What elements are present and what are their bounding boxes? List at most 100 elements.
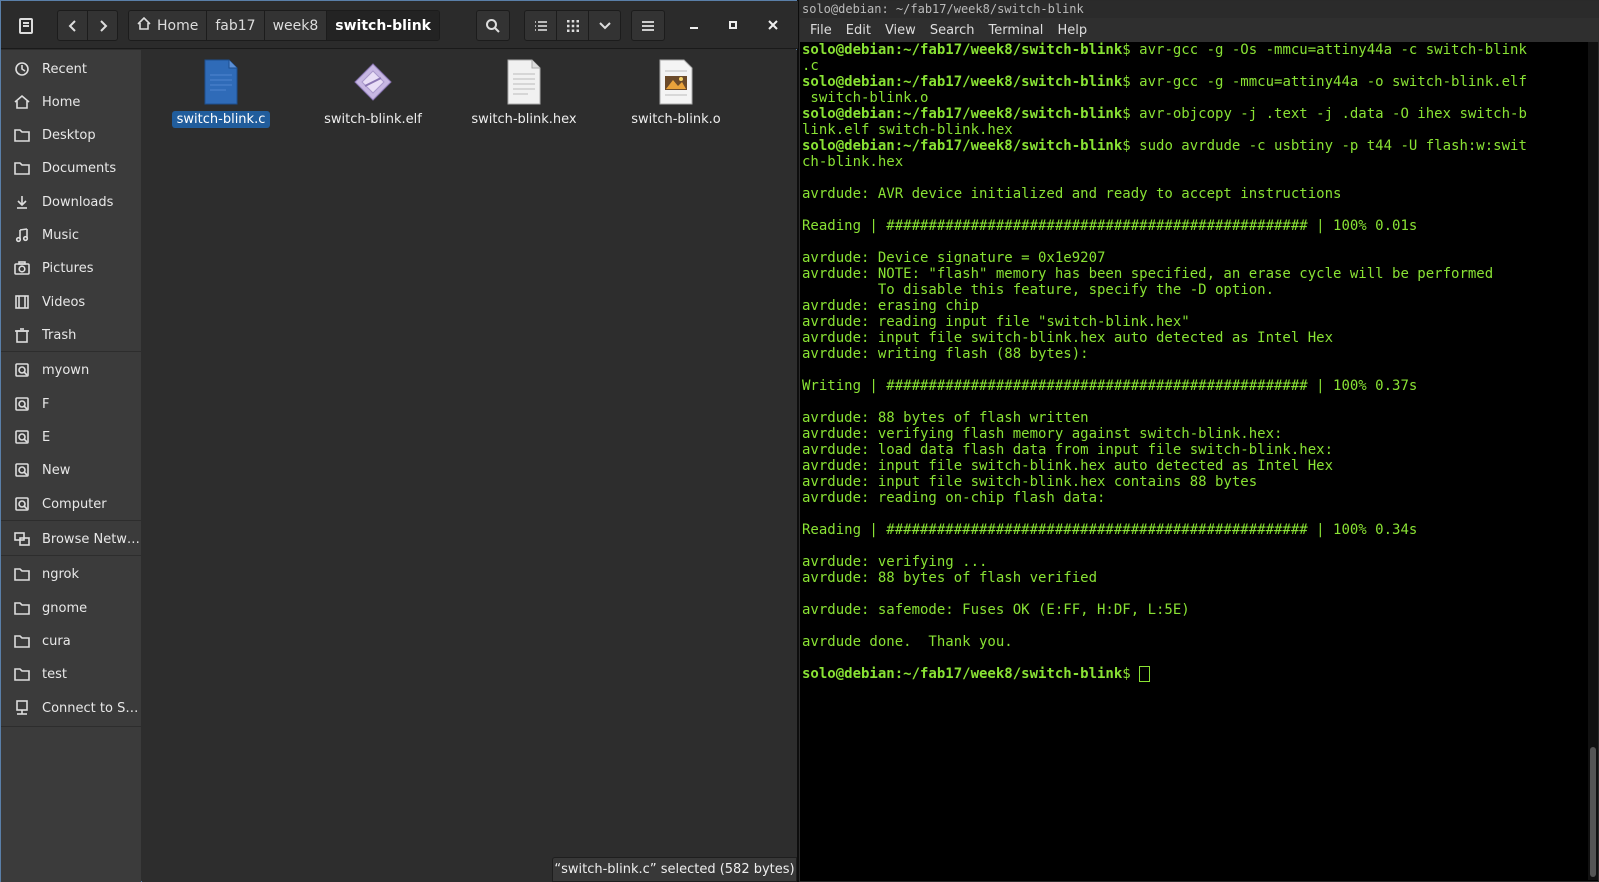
file-manager-window: Home fab17 week8 switch-blink Recent Hom… — [0, 0, 798, 882]
prompt-path: :~/fab17/week8/switch-blink — [894, 74, 1123, 90]
sidebar-item-label: gnome — [42, 600, 88, 616]
terminal-line: avrdude: 88 bytes of flash verified — [802, 570, 1577, 586]
minimize-button[interactable] — [682, 13, 706, 37]
sidebar-item-label: Documents — [42, 160, 117, 176]
search-button[interactable] — [476, 10, 510, 41]
terminal-line: avrdude: writing flash (88 bytes): — [802, 346, 1577, 362]
file-item[interactable]: switch-blink.elf — [318, 59, 428, 128]
sidebar-item-videos[interactable]: Videos — [1, 287, 141, 317]
file-item[interactable]: switch-blink.hex — [469, 59, 579, 128]
menu-button[interactable] — [631, 10, 665, 41]
terminal-output[interactable]: solo@debian:~/fab17/week8/switch-blink$ … — [802, 42, 1577, 878]
drive-icon — [14, 362, 30, 378]
terminal-line: switch-blink.o — [802, 90, 1577, 106]
view-options-button[interactable] — [588, 10, 621, 41]
menu-terminal[interactable]: Terminal — [988, 23, 1043, 38]
terminal-line: Writing | ##############################… — [802, 378, 1577, 394]
output-text: avrdude: 88 bytes of flash verified — [802, 570, 1098, 586]
sidebar-item-label: Recent — [42, 61, 87, 77]
sidebar-item-label: Trash — [42, 327, 77, 343]
sidebar-item-new[interactable]: New — [1, 455, 141, 485]
sidebar-item-computer[interactable]: Computer — [1, 489, 141, 519]
camera-icon — [14, 260, 30, 276]
sidebar-item-label: test — [42, 666, 67, 682]
prompt-path: :~/fab17/week8/switch-blink — [894, 106, 1123, 122]
sidebar-item-label: E — [42, 429, 51, 445]
sidebar-item-myown[interactable]: myown — [1, 355, 141, 385]
menu-edit[interactable]: Edit — [846, 23, 871, 38]
file-item[interactable]: switch-blink.o — [621, 59, 731, 128]
command-text: $ — [1122, 666, 1140, 682]
folder-icon — [14, 127, 30, 143]
breadcrumb-home[interactable]: Home — [129, 11, 208, 40]
server-icon — [14, 700, 30, 716]
breadcrumb-switch-blink[interactable]: switch-blink — [327, 11, 439, 40]
sidebar-item-desktop[interactable]: Desktop — [1, 120, 141, 150]
terminal-scrollbar[interactable] — [1588, 42, 1598, 880]
sidebar-item-cura[interactable]: cura — [1, 626, 141, 656]
output-text: avrdude: safemode: Fuses OK (E:FF, H:DF,… — [802, 602, 1190, 618]
sidebar-item-browse-network[interactable]: Browse Network — [1, 524, 141, 554]
sidebar-item-pictures[interactable]: Pictures — [1, 253, 141, 283]
file-view: switch-blink.c switch-blink.elf switch-bli… — [142, 50, 797, 882]
scrollbar-thumb[interactable] — [1590, 747, 1596, 877]
output-text: avrdude: AVR device initialized and read… — [802, 186, 1342, 202]
sidebar-item-gnome[interactable]: gnome — [1, 593, 141, 623]
menu-view[interactable]: View — [885, 23, 916, 38]
drive-icon — [14, 496, 30, 512]
terminal-line: avrdude: erasing chip — [802, 298, 1577, 314]
terminal-line: solo@debian:~/fab17/week8/switch-blink$ — [802, 666, 1577, 682]
sidebar-item-documents[interactable]: Documents — [1, 153, 141, 183]
file-item[interactable]: switch-blink.c — [166, 59, 276, 128]
files-app-icon[interactable] — [9, 10, 43, 41]
menu-search[interactable]: Search — [930, 23, 975, 38]
maximize-button[interactable] — [721, 13, 745, 37]
breadcrumb-fab17[interactable]: fab17 — [207, 11, 265, 40]
sidebar-item-trash[interactable]: Trash — [1, 320, 141, 350]
prompt-path: :~/fab17/week8/switch-blink — [894, 138, 1123, 154]
grid-icon — [566, 19, 579, 32]
search-icon — [486, 18, 500, 33]
sidebar-item-connect-to-s[interactable]: Connect to S… — [1, 693, 141, 723]
sidebar-item-e[interactable]: E — [1, 422, 141, 452]
terminal-line: avrdude: input file switch-blink.hex aut… — [802, 330, 1577, 346]
breadcrumb-week8[interactable]: week8 — [264, 11, 328, 40]
list-view-button[interactable] — [524, 10, 557, 41]
menu-file[interactable]: File — [810, 23, 832, 38]
sidebar-item-home[interactable]: Home — [1, 87, 141, 117]
terminal-menubar: File Edit View Search Terminal Help — [800, 18, 1599, 42]
file-name: switch-blink.elf — [324, 112, 422, 127]
sidebar-item-label: Desktop — [42, 127, 96, 143]
command-text: $ sudo avrdude -c usbtiny -p t44 -U flas… — [1122, 138, 1527, 154]
output-text: avrdude: input file switch-blink.hex aut… — [802, 458, 1334, 474]
sidebar-item-test[interactable]: test — [1, 659, 141, 689]
sidebar-item-music[interactable]: Music — [1, 220, 141, 250]
prompt-user: solo@debian — [802, 138, 895, 154]
output-text: avrdude: verifying flash memory against … — [802, 426, 1283, 442]
minimize-icon — [690, 27, 698, 29]
prompt-user: solo@debian — [802, 42, 895, 58]
home-icon — [137, 16, 151, 34]
close-button[interactable] — [761, 13, 785, 37]
terminal-line: ch-blink.hex — [802, 154, 1577, 170]
prompt-path: :~/fab17/week8/switch-blink — [894, 42, 1123, 58]
sidebar-item-recent[interactable]: Recent — [1, 54, 141, 84]
text-file-icon — [504, 59, 544, 105]
sidebar-item-ngrok[interactable]: ngrok — [1, 559, 141, 589]
terminal-line: solo@debian:~/fab17/week8/switch-blink$ … — [802, 138, 1577, 154]
back-button[interactable] — [57, 10, 88, 41]
terminal-line: avrdude: 88 bytes of flash written — [802, 410, 1577, 426]
forward-button[interactable] — [87, 10, 118, 41]
sidebar-item-downloads[interactable]: Downloads — [1, 187, 141, 217]
file-name: switch-blink.hex — [471, 112, 577, 127]
grid-view-button[interactable] — [556, 10, 589, 41]
menu-help[interactable]: Help — [1057, 23, 1087, 38]
terminal-line: Reading | ##############################… — [802, 522, 1577, 538]
terminal-line: .c — [802, 58, 1577, 74]
sidebar-item-f[interactable]: F — [1, 389, 141, 419]
sidebar-item-label: ngrok — [42, 566, 80, 582]
